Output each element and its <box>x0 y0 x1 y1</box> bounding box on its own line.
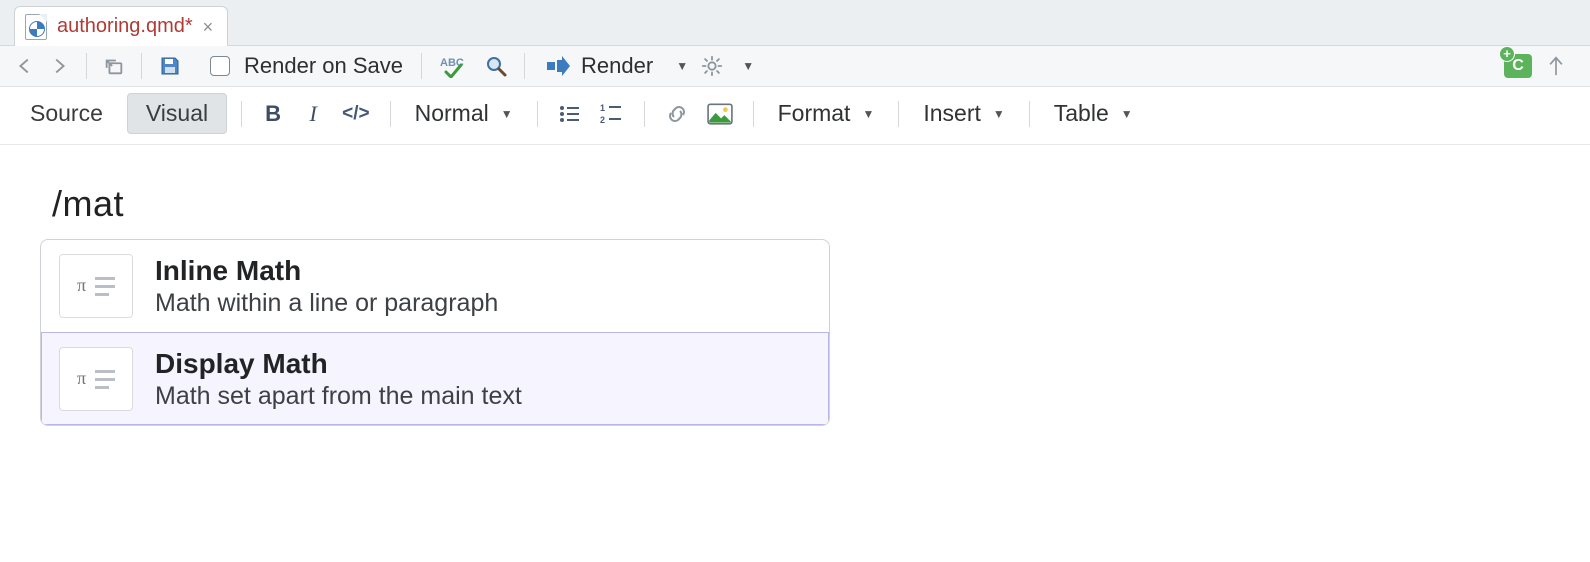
style-dropdown-label: Normal <box>415 100 489 127</box>
toolbar-right: C <box>1504 52 1580 80</box>
quarto-file-icon <box>25 14 47 40</box>
separator <box>1029 101 1030 127</box>
format-menu[interactable]: Format ▼ <box>768 96 885 131</box>
separator <box>898 101 899 127</box>
italic-button[interactable]: I <box>296 97 330 131</box>
toolbar-primary: Render on Save ABC Render ▼ ▼ <box>0 46 1590 87</box>
editor-area[interactable]: /mat π Inline MathMath within a line or p… <box>0 145 1590 446</box>
style-dropdown[interactable]: Normal ▼ <box>405 96 523 131</box>
math-icon: π <box>59 254 133 318</box>
file-tab[interactable]: authoring.qmd* × <box>14 6 228 46</box>
separator <box>141 53 142 79</box>
separator <box>537 101 538 127</box>
render-button-label: Render <box>581 53 653 79</box>
spellcheck-button[interactable]: ABC <box>434 52 476 80</box>
table-menu[interactable]: Table ▼ <box>1044 96 1143 131</box>
svg-text:2: 2 <box>600 115 605 125</box>
popout-window-button[interactable] <box>99 52 129 80</box>
source-mode-button[interactable]: Source <box>12 94 121 133</box>
popup-item-desc: Math set apart from the main text <box>155 382 522 411</box>
add-chunk-button[interactable]: C <box>1504 54 1532 78</box>
publish-button[interactable] <box>1542 52 1570 80</box>
image-button[interactable] <box>701 97 739 131</box>
svg-text:1: 1 <box>600 103 605 113</box>
bullet-list-button[interactable] <box>552 97 588 131</box>
popup-item-display-math[interactable]: π Display MathMath set apart from the mai… <box>41 332 829 425</box>
nav-forward-button[interactable] <box>44 52 74 80</box>
tabstrip: authoring.qmd* × <box>0 0 1590 46</box>
close-tab-icon[interactable]: × <box>203 18 214 36</box>
separator <box>524 53 525 79</box>
settings-dropdown[interactable]: ▼ <box>731 52 759 80</box>
separator <box>86 53 87 79</box>
slash-command-input[interactable]: /mat <box>52 183 1550 225</box>
save-button[interactable] <box>154 52 186 80</box>
svg-text:π: π <box>77 368 86 388</box>
popup-item-inline-math[interactable]: π Inline MathMath within a line or paragr… <box>41 240 829 332</box>
toolbar-editor: Source Visual B I </> Normal ▼ 1 2 <box>0 87 1590 145</box>
find-button[interactable] <box>480 52 512 80</box>
chevron-down-icon: ▼ <box>862 107 874 121</box>
format-menu-label: Format <box>778 100 851 127</box>
chevron-down-icon: ▼ <box>1121 107 1133 121</box>
chevron-down-icon: ▼ <box>993 107 1005 121</box>
code-button[interactable]: </> <box>336 97 375 131</box>
bold-button[interactable]: B <box>256 97 290 131</box>
link-button[interactable] <box>659 97 695 131</box>
popup-item-title: Inline Math <box>155 255 498 287</box>
nav-back-button[interactable] <box>10 52 40 80</box>
table-menu-label: Table <box>1054 100 1109 127</box>
render-on-save-toggle[interactable]: Render on Save <box>204 52 409 80</box>
visual-mode-button[interactable]: Visual <box>127 93 227 134</box>
svg-text:π: π <box>77 275 86 295</box>
render-button[interactable]: Render <box>537 52 661 80</box>
settings-button[interactable] <box>697 52 727 80</box>
popup-item-desc: Math within a line or paragraph <box>155 289 498 318</box>
separator <box>421 53 422 79</box>
separator <box>241 101 242 127</box>
math-icon: π <box>59 347 133 411</box>
numbered-list-button[interactable]: 1 2 <box>594 97 630 131</box>
popup-item-title: Display Math <box>155 348 522 380</box>
separator <box>390 101 391 127</box>
file-tab-name: authoring.qmd* <box>57 15 193 38</box>
separator <box>644 101 645 127</box>
render-on-save-label: Render on Save <box>244 53 403 79</box>
render-options-dropdown[interactable]: ▼ <box>665 52 693 80</box>
chevron-down-icon: ▼ <box>501 107 513 121</box>
insert-menu[interactable]: Insert ▼ <box>913 96 1014 131</box>
insert-menu-label: Insert <box>923 100 981 127</box>
separator <box>753 101 754 127</box>
render-on-save-checkbox[interactable] <box>210 56 230 76</box>
slash-command-popup: π Inline MathMath within a line or paragr… <box>40 239 830 426</box>
